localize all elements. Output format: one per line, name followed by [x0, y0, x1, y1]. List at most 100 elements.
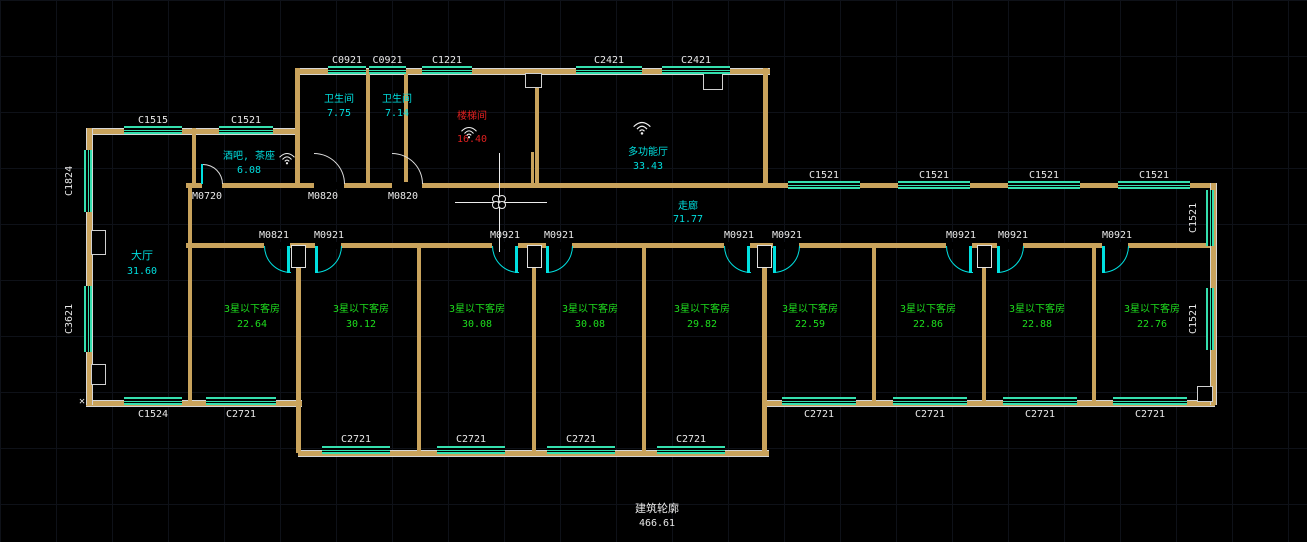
room-name-guest-1[interactable]: 3星以下客房 — [204, 304, 300, 315]
room-area-guest-3[interactable]: 30.08 — [429, 319, 525, 330]
room-area-guest-5[interactable]: 29.82 — [654, 319, 750, 330]
room-area-bar[interactable]: 6.08 — [210, 165, 288, 176]
wall-bar-left[interactable] — [192, 128, 196, 185]
door-label[interactable]: M0921 — [712, 230, 766, 241]
door-label[interactable]: M0921 — [1090, 230, 1144, 241]
door-arc-M0820[interactable] — [314, 153, 345, 184]
window-C2721[interactable] — [1113, 397, 1187, 405]
door-arc-M0921[interactable] — [997, 246, 1024, 273]
room-name-toilet-b[interactable]: 卫生间 — [374, 94, 420, 105]
room-area-guest-4[interactable]: 30.08 — [542, 319, 638, 330]
window-label[interactable]: C1524 — [116, 409, 190, 420]
wall-room-divider-8[interactable] — [1092, 243, 1096, 403]
window-label[interactable]: C1521 — [1110, 170, 1198, 181]
door-arc-M0820[interactable] — [392, 153, 423, 184]
door-label[interactable]: M0921 — [302, 230, 356, 241]
window-C2721[interactable] — [547, 446, 615, 454]
wall-stair-inner[interactable] — [531, 152, 534, 185]
wall-toilet-divider-1[interactable] — [366, 70, 370, 185]
window-label[interactable]: C2721 — [995, 409, 1085, 420]
door-label[interactable]: M0921 — [478, 230, 532, 241]
room-name-hall[interactable]: 大厅 — [110, 250, 174, 261]
door-arc-M0921[interactable] — [546, 246, 573, 273]
window-label[interactable]: C2721 — [198, 409, 284, 420]
room-area-corridor[interactable]: 71.77 — [666, 214, 710, 225]
window-C2721[interactable] — [1003, 397, 1077, 405]
window-C2721[interactable] — [437, 446, 505, 454]
window-label[interactable]: C2721 — [774, 409, 864, 420]
door-label[interactable]: M0921 — [934, 230, 988, 241]
window-C0921[interactable] — [328, 66, 366, 74]
window-C1515[interactable] — [124, 126, 182, 134]
room-name-guest-7[interactable]: 3星以下客房 — [880, 304, 976, 315]
door-label[interactable]: M0821 — [248, 230, 300, 241]
wall-room-divider-2[interactable] — [417, 243, 421, 453]
window-label[interactable]: C1221 — [414, 55, 480, 66]
room-name-toilet-a[interactable]: 卫生间 — [316, 94, 362, 105]
room-name-guest-3[interactable]: 3星以下客房 — [429, 304, 525, 315]
window-label[interactable]: C2421 — [568, 55, 650, 66]
window-C2721[interactable] — [206, 397, 276, 405]
window-label[interactable]: C2721 — [1105, 409, 1195, 420]
window-label[interactable]: C2721 — [429, 434, 513, 445]
room-name-guest-9[interactable]: 3星以下客房 — [1104, 304, 1200, 315]
room-area-guest-6[interactable]: 22.59 — [762, 319, 858, 330]
room-area-toilet-b[interactable]: 7.14 — [374, 108, 420, 119]
door-label[interactable]: M0820 — [376, 191, 430, 202]
window-C1521[interactable] — [1206, 288, 1214, 350]
window-label[interactable]: C1521 — [1000, 170, 1088, 181]
door-label[interactable]: M0720 — [182, 191, 232, 202]
door-label[interactable]: M0820 — [296, 191, 350, 202]
room-area-toilet-a[interactable]: 7.75 — [316, 108, 362, 119]
wall-hall-right[interactable] — [188, 183, 192, 405]
window-C1521[interactable] — [219, 126, 273, 134]
window-label[interactable]: C1515 — [116, 115, 190, 126]
window-C2721[interactable] — [893, 397, 967, 405]
window-C0921[interactable] — [369, 66, 406, 74]
wall-room-divider-5[interactable] — [762, 243, 767, 453]
room-name-bar[interactable]: 酒吧, 茶座 — [210, 151, 288, 162]
door-arc-M0921[interactable] — [773, 246, 800, 273]
wall-room-divider-6[interactable] — [872, 243, 876, 403]
window-label[interactable]: C1824 — [64, 150, 76, 212]
window-label[interactable]: C0921 — [361, 55, 414, 66]
room-name-guest-4[interactable]: 3星以下客房 — [542, 304, 638, 315]
room-name-guest-2[interactable]: 3星以下客房 — [313, 304, 409, 315]
room-name-corridor[interactable]: 走廊 — [666, 201, 710, 212]
window-C1521[interactable] — [1008, 181, 1080, 189]
window-C2721[interactable] — [322, 446, 390, 454]
room-area-guest-2[interactable]: 30.12 — [313, 319, 409, 330]
door-label[interactable]: M0921 — [760, 230, 814, 241]
window-label[interactable]: C1521 — [780, 170, 868, 181]
window-label[interactable]: C2721 — [885, 409, 975, 420]
window-label[interactable]: C2721 — [649, 434, 733, 445]
window-C1221[interactable] — [422, 66, 472, 74]
window-label[interactable]: C1521 — [211, 115, 281, 126]
window-C1521[interactable] — [1118, 181, 1190, 189]
window-C3621[interactable] — [84, 286, 92, 352]
room-name-guest-6[interactable]: 3星以下客房 — [762, 304, 858, 315]
room-name-multi-hall[interactable]: 多功能厅 — [616, 147, 680, 158]
window-C1521[interactable] — [1206, 190, 1214, 246]
window-label[interactable]: C1521 — [1188, 190, 1200, 246]
door-arc-M0921[interactable] — [315, 246, 342, 273]
wall-room-divider-4[interactable] — [642, 243, 646, 453]
window-label[interactable]: C3621 — [64, 286, 76, 352]
window-C1521[interactable] — [788, 181, 860, 189]
room-area-guest-8[interactable]: 22.88 — [989, 319, 1085, 330]
room-area-guest-1[interactable]: 22.64 — [204, 319, 300, 330]
room-area-hall[interactable]: 31.60 — [110, 266, 174, 277]
window-C2421[interactable] — [576, 66, 642, 74]
wall-room-divider-3[interactable] — [532, 243, 536, 453]
door-label[interactable]: M0921 — [986, 230, 1040, 241]
room-area-guest-7[interactable]: 22.86 — [880, 319, 976, 330]
room-name-guest-5[interactable]: 3星以下客房 — [654, 304, 750, 315]
window-C1524[interactable] — [124, 397, 182, 405]
door-arc-M0921[interactable] — [1102, 246, 1129, 273]
room-name-guest-8[interactable]: 3星以下客房 — [989, 304, 1085, 315]
door-label[interactable]: M0921 — [532, 230, 586, 241]
window-C1521[interactable] — [898, 181, 970, 189]
room-area-guest-9[interactable]: 22.76 — [1104, 319, 1200, 330]
wall-top-block-left[interactable] — [295, 68, 300, 188]
wall-room-divider-1[interactable] — [296, 243, 301, 453]
